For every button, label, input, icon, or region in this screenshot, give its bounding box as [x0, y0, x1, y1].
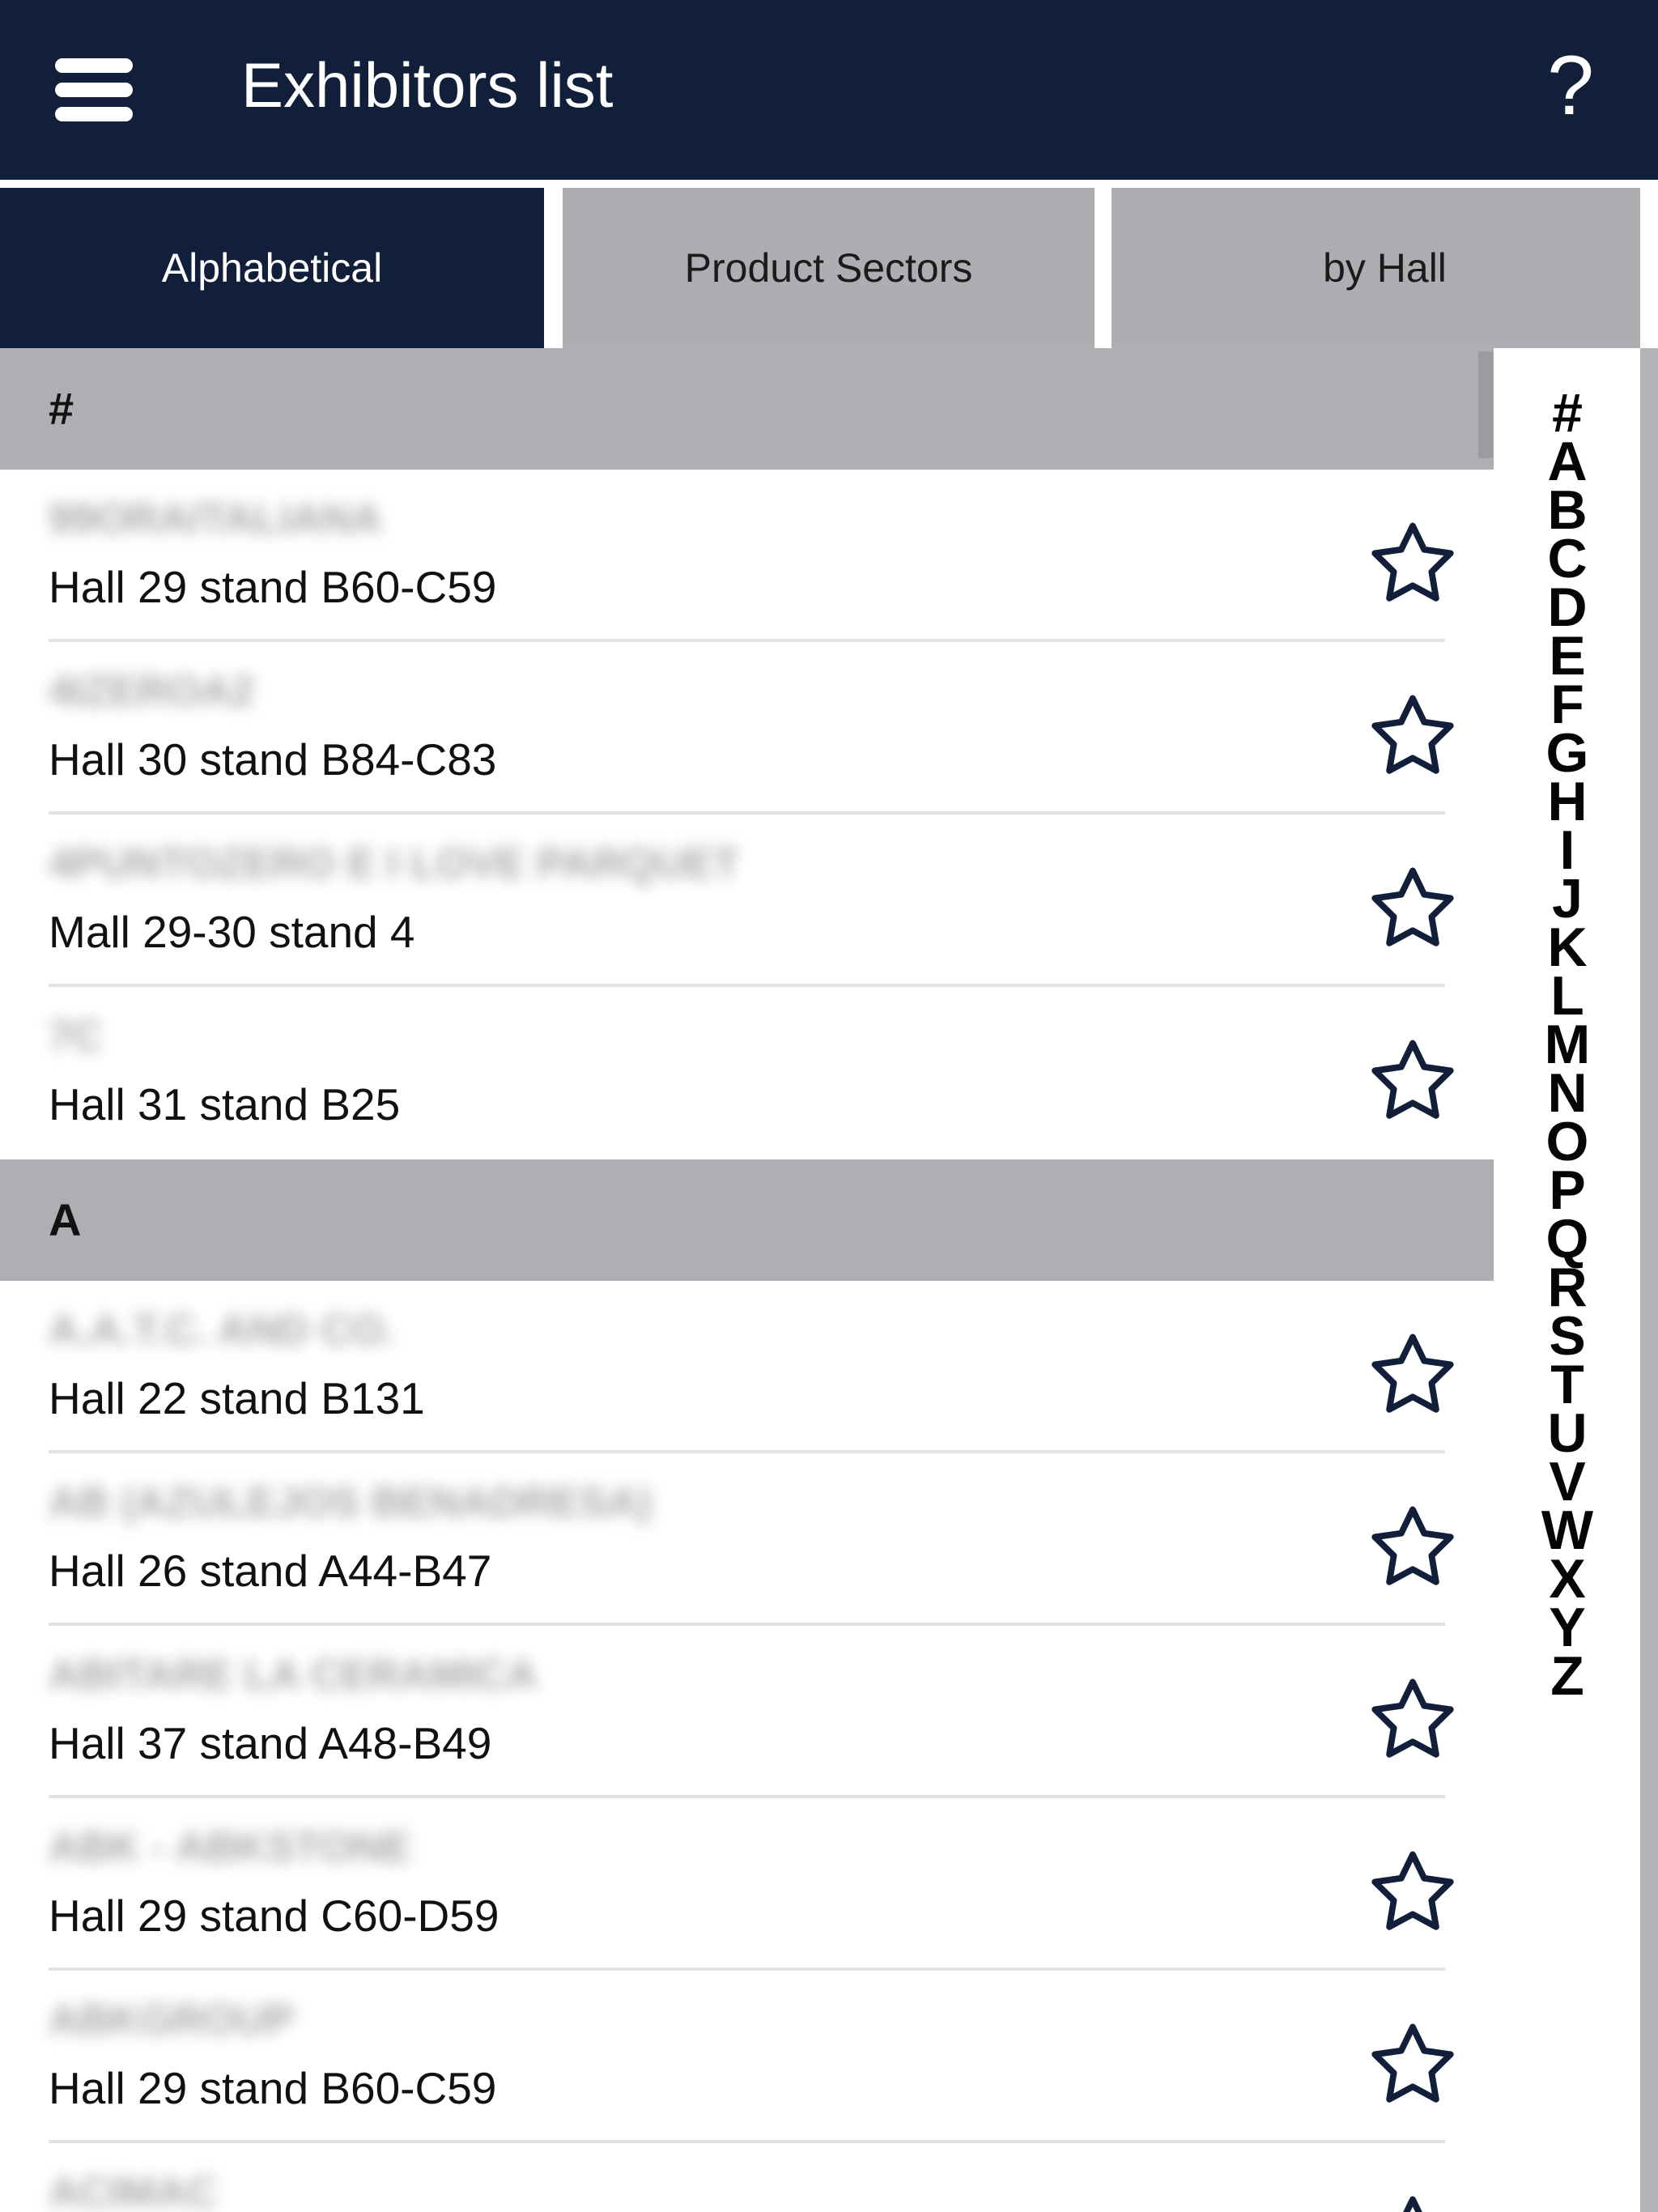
hamburger-bar	[55, 83, 133, 97]
page-title: Exhibitors list	[241, 49, 614, 121]
exhibitor-stand: Mall 29-30 stand 4	[49, 907, 415, 957]
list-item[interactable]: A.A.T.C. AND CO. Hall 22 stand B131	[0, 1281, 1494, 1453]
exhibitor-stand: Hall 29 stand C60-D59	[49, 1891, 500, 1941]
favorite-star-icon[interactable]	[1368, 2018, 1457, 2107]
exhibitor-name: 4PUNTOZERO E I LOVE PARQUET	[49, 840, 740, 887]
list-item[interactable]: ABKGROUP Hall 29 stand B60-C59	[0, 1971, 1494, 2143]
exhibitor-name: 7C	[49, 1013, 103, 1060]
alpha-index-y[interactable]: Y	[1495, 1600, 1639, 1655]
alpha-index-e[interactable]: E	[1495, 628, 1639, 683]
page-scrollbar[interactable]	[1640, 348, 1658, 2212]
favorite-star-icon[interactable]	[1368, 2190, 1457, 2212]
list-item[interactable]: 7C Hall 31 stand B25	[0, 987, 1494, 1159]
alpha-index-n[interactable]: N	[1495, 1066, 1639, 1121]
alpha-index-v[interactable]: V	[1495, 1454, 1639, 1509]
alpha-index-x[interactable]: X	[1495, 1551, 1639, 1606]
alpha-index-t[interactable]: T	[1495, 1357, 1639, 1412]
exhibitor-stand: Hall 37 stand A48-B49	[49, 1718, 492, 1768]
exhibitor-list[interactable]: # 99ORAITALIANA Hall 29 stand B60-C59 4I…	[0, 348, 1494, 2212]
alpha-index-r[interactable]: R	[1495, 1260, 1639, 1315]
tab-product-sectors[interactable]: Product Sectors	[563, 188, 1095, 348]
alpha-index-z[interactable]: Z	[1495, 1648, 1639, 1704]
exhibitor-stand: Hall 29 stand B60-C59	[49, 2063, 497, 2113]
list-item[interactable]: ABITARE LA CERAMICA Hall 37 stand A48-B4…	[0, 1626, 1494, 1798]
exhibitor-stand: Hall 22 stand B131	[49, 1373, 425, 1423]
favorite-star-icon[interactable]	[1368, 1673, 1457, 1762]
exhibitors-list-screen: Exhibitors list ? Alphabetical Product S…	[0, 0, 1658, 2212]
exhibitor-stand: Hall 31 stand B25	[49, 1079, 401, 1129]
page-scrollbar-gap	[1640, 180, 1658, 348]
exhibitor-name: 99ORAITALIANA	[49, 496, 383, 542]
exhibitor-name: ACIMAC	[49, 2169, 217, 2212]
exhibitor-name: 4IZEROA2	[49, 668, 255, 715]
exhibitor-stand: Hall 29 stand B60-C59	[49, 562, 497, 612]
list-item[interactable]: 4PUNTOZERO E I LOVE PARQUET Mall 29-30 s…	[0, 815, 1494, 987]
favorite-star-icon[interactable]	[1368, 689, 1457, 778]
favorite-star-icon[interactable]	[1368, 1500, 1457, 1589]
exhibitor-name: ABITARE LA CERAMICA	[49, 1652, 538, 1699]
list-scrollbar-thumb[interactable]	[1478, 351, 1493, 458]
list-item[interactable]: AB (AZULEJOS BENADRESA) Hall 26 stand A4…	[0, 1453, 1494, 1626]
alpha-index-j[interactable]: J	[1495, 871, 1639, 926]
alpha-index-p[interactable]: P	[1495, 1163, 1639, 1218]
tab-by-hall[interactable]: by Hall	[1112, 188, 1658, 348]
section-header-a: A	[0, 1159, 1494, 1281]
content-area: # 99ORAITALIANA Hall 29 stand B60-C59 4I…	[0, 348, 1658, 2212]
app-header: Exhibitors list ?	[0, 0, 1658, 180]
favorite-star-icon[interactable]	[1368, 517, 1457, 606]
alpha-index-d[interactable]: D	[1495, 580, 1639, 635]
alpha-index-a[interactable]: A	[1495, 434, 1639, 489]
favorite-star-icon[interactable]	[1368, 861, 1457, 951]
alpha-index-w[interactable]: W	[1495, 1503, 1639, 1558]
list-scrollbar-track[interactable]	[1477, 348, 1494, 2212]
alpha-index-q[interactable]: Q	[1495, 1211, 1639, 1266]
tab-alphabetical[interactable]: Alphabetical	[0, 188, 544, 348]
favorite-star-icon[interactable]	[1368, 1845, 1457, 1934]
alpha-index-g[interactable]: G	[1495, 725, 1639, 781]
list-item[interactable]: ABK - ABKSTONE Hall 29 stand C60-D59	[0, 1798, 1494, 1971]
alphabet-index[interactable]: # A B C D E F G H I J K L M N O P Q R S …	[1495, 348, 1639, 2212]
alpha-index-hash[interactable]: #	[1495, 385, 1639, 440]
hamburger-bar	[55, 58, 133, 73]
tab-bar: Alphabetical Product Sectors by Hall	[0, 180, 1658, 348]
alpha-index-m[interactable]: M	[1495, 1017, 1639, 1072]
exhibitor-stand: Hall 30 stand B84-C83	[49, 734, 497, 785]
section-letter: #	[49, 383, 74, 434]
exhibitor-name: A.A.T.C. AND CO.	[49, 1307, 396, 1354]
hamburger-menu-icon[interactable]	[55, 58, 133, 121]
exhibitor-name: AB (AZULEJOS BENADRESA)	[49, 1479, 653, 1526]
section-header-hash: #	[0, 348, 1494, 470]
list-item[interactable]: 4IZEROA2 Hall 30 stand B84-C83	[0, 642, 1494, 815]
section-letter: A	[49, 1194, 82, 1245]
alpha-index-f[interactable]: F	[1495, 677, 1639, 732]
exhibitor-stand: Hall 26 stand A44-B47	[49, 1546, 492, 1596]
alpha-index-c[interactable]: C	[1495, 531, 1639, 586]
alpha-index-b[interactable]: B	[1495, 483, 1639, 538]
list-item[interactable]: 99ORAITALIANA Hall 29 stand B60-C59	[0, 470, 1494, 642]
alpha-index-i[interactable]: I	[1495, 823, 1639, 878]
favorite-star-icon[interactable]	[1368, 1328, 1457, 1417]
favorite-star-icon[interactable]	[1368, 1034, 1457, 1123]
help-icon[interactable]: ?	[1522, 37, 1619, 134]
alpha-index-s[interactable]: S	[1495, 1308, 1639, 1363]
alpha-index-k[interactable]: K	[1495, 920, 1639, 975]
hamburger-bar	[55, 107, 133, 121]
exhibitor-name: ABKGROUP	[49, 1997, 295, 2044]
list-item[interactable]: ACIMAC	[0, 2143, 1494, 2212]
alpha-index-h[interactable]: H	[1495, 774, 1639, 829]
alpha-index-l[interactable]: L	[1495, 968, 1639, 1023]
alpha-index-o[interactable]: O	[1495, 1114, 1639, 1169]
alpha-index-u[interactable]: U	[1495, 1406, 1639, 1461]
exhibitor-name: ABK - ABKSTONE	[49, 1824, 411, 1871]
